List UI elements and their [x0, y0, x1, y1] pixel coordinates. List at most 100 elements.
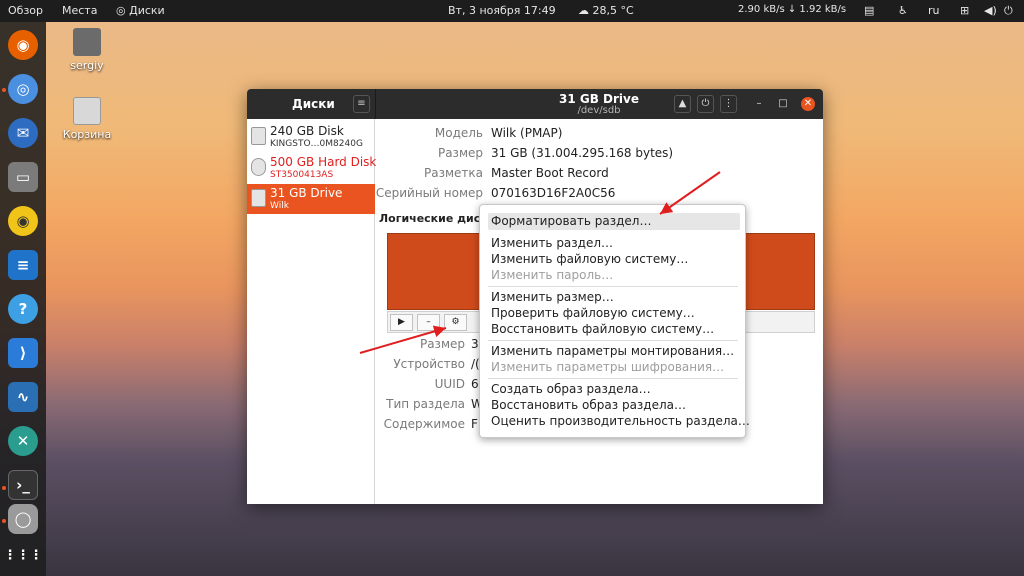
eject-button[interactable]: ▲ [674, 95, 691, 113]
size-value: 31 GB (31.004.295.168 bytes) [491, 146, 674, 160]
writer-icon[interactable]: ≡ [8, 250, 38, 280]
power-icon[interactable]: ⏻ [1004, 4, 1013, 18]
drive-name: 240 GB Disk [270, 124, 344, 138]
running-indicator [2, 519, 6, 523]
partition-size-value: 3 [471, 337, 479, 351]
power-off-button[interactable]: ⏻ [697, 95, 714, 113]
maximize-button[interactable]: □ [776, 97, 790, 111]
thunderbird-icon[interactable]: ✉ [8, 118, 38, 148]
volume-icon[interactable]: ◀) [984, 4, 997, 17]
firefox-icon[interactable]: ◉ [8, 30, 38, 60]
serial-value: 070163D16F2A0C56 [491, 186, 616, 200]
app-menu[interactable]: ◎ Диски [116, 4, 165, 17]
menu-item-encryption-options: Изменить параметры шифрования… [491, 360, 725, 374]
serial-label: Серийный номер [375, 186, 483, 200]
help-icon[interactable]: ? [8, 294, 38, 324]
hdd-icon [251, 158, 266, 176]
drive-model: KINGSTO…0M8240G [270, 139, 363, 149]
menu-separator [488, 378, 738, 379]
menu-item-benchmark[interactable]: Оценить производительность раздела… [488, 413, 750, 430]
uuid-label: UUID [434, 377, 465, 391]
vscode-icon[interactable]: ⟩ [8, 338, 38, 368]
drive-model: Wilk [270, 201, 289, 211]
drive-list: 240 GB Disk KINGSTO…0M8240G 500 GB Hard … [247, 119, 377, 504]
menu-item-check-filesystem[interactable]: Проверить файловую систему… [488, 305, 740, 322]
rhythmbox-icon[interactable]: ◉ [8, 206, 38, 236]
partition-settings-button[interactable]: ⚙ [444, 314, 467, 331]
mount-button[interactable]: ▶ [390, 314, 413, 331]
disks-icon[interactable]: ◯ [8, 504, 38, 534]
app-menu-button[interactable]: ≡ [353, 95, 370, 113]
partitioning-value: Master Boot Record [491, 166, 609, 180]
menu-item-edit-filesystem[interactable]: Изменить файловую систему… [488, 251, 740, 268]
home-folder-icon [73, 28, 101, 56]
top-bar: Обзор Места ◎ Диски Вт, 3 ноября 17:49 ☁… [0, 0, 1024, 22]
menu-item-create-image[interactable]: Создать образ раздела… [488, 381, 740, 398]
desktop-home-label: sergiy [70, 59, 104, 72]
weather-indicator[interactable]: ☁ 28,5 °C [578, 4, 634, 17]
places-menu[interactable]: Места [62, 4, 97, 17]
desktop-home[interactable]: sergiy [57, 28, 117, 72]
monitor-icon[interactable]: ∿ [8, 382, 38, 412]
app-grid-icon[interactable]: ⋮⋮⋮ [4, 540, 43, 570]
accessibility-icon[interactable]: ♿ [898, 4, 908, 17]
drive-name: 500 GB Hard Disk [270, 155, 377, 169]
remmina-icon[interactable]: ✕ [8, 426, 38, 456]
drive-item[interactable]: 240 GB Disk KINGSTO…0M8240G [247, 122, 375, 152]
partition-type-label: Тип раздела [386, 397, 465, 411]
menu-item-change-passphrase: Изменить пароль… [491, 268, 614, 282]
app-menu-label: Диски [129, 4, 165, 17]
size-label: Размер [437, 146, 483, 160]
menu-item-mount-options[interactable]: Изменить параметры монтирования… [488, 343, 740, 360]
dock: ◉ ◎ ✉ ▭ ◉ ≡ ? ⟩ ∿ ✕ ›_ ◯ ⋮⋮⋮ [0, 22, 46, 576]
desktop-trash[interactable]: Корзина [57, 97, 117, 141]
partition-size-label: Размер [419, 337, 465, 351]
drive-menu-button[interactable]: ⋮ [720, 95, 737, 113]
drive-item[interactable]: 500 GB Hard Disk ST3500413AS [247, 153, 377, 183]
menu-item-repair-filesystem[interactable]: Восстановить файловую систему… [488, 321, 740, 338]
weather-label: 28,5 °C [592, 4, 634, 17]
model-label: Модель [434, 126, 483, 140]
delete-partition-button[interactable]: – [417, 314, 440, 331]
drive-model: ST3500413AS [270, 170, 334, 180]
clock[interactable]: Вт, 3 ноября 17:49 [448, 4, 556, 17]
network-icon[interactable]: ⊞ [960, 4, 969, 17]
activities-button[interactable]: Обзор [8, 4, 43, 17]
partitioning-label: Разметка [424, 166, 483, 180]
window-title: 31 GB Drive [558, 92, 639, 106]
usb-drive-icon [251, 189, 266, 207]
window-titlebar[interactable]: Диски ≡ 31 GB Drive /dev/sdb ▲ ⏻ ⋮ – □ ✕ [247, 89, 823, 119]
clipboard-icon[interactable]: ▤ [864, 4, 874, 17]
minimize-button[interactable]: – [752, 97, 766, 111]
running-indicator [2, 88, 6, 92]
keyboard-layout[interactable]: ru [928, 4, 940, 17]
terminal-icon[interactable]: ›_ [8, 470, 38, 500]
partition-context-menu: Форматировать раздел… Изменить раздел… И… [479, 204, 750, 438]
drive-name: 31 GB Drive [270, 186, 343, 200]
net-speed-indicator[interactable]: 2.90 kB/s ↓ 1.92 kB/s [738, 4, 846, 15]
model-value: Wilk (PMAP) [491, 126, 563, 140]
files-icon[interactable]: ▭ [8, 162, 38, 192]
sidebar-title: Диски [292, 97, 335, 111]
contents-label: Содержимое [383, 417, 465, 431]
chromium-icon[interactable]: ◎ [8, 74, 38, 104]
menu-item-format[interactable]: Форматировать раздел… [488, 213, 740, 230]
menu-separator [488, 340, 738, 341]
menu-separator [488, 286, 738, 287]
trash-icon [73, 97, 101, 125]
weather-icon: ☁ [578, 4, 593, 17]
menu-item-restore-image[interactable]: Восстановить образ раздела… [488, 397, 740, 414]
uuid-value: 6 [471, 377, 479, 391]
device-label: Устройство [393, 357, 465, 371]
close-button[interactable]: ✕ [801, 97, 815, 111]
volumes-heading: Логические дис [379, 212, 481, 225]
running-indicator [2, 486, 6, 490]
menu-item-edit-partition[interactable]: Изменить раздел… [488, 235, 740, 252]
drive-item-selected[interactable]: 31 GB Drive Wilk [247, 184, 375, 214]
titlebar-divider [375, 89, 376, 119]
window-subtitle: /dev/sdb [577, 105, 621, 116]
ssd-icon [251, 127, 266, 145]
contents-value: F [471, 417, 478, 431]
desktop-trash-label: Корзина [62, 128, 112, 141]
menu-item-resize[interactable]: Изменить размер… [488, 289, 740, 306]
